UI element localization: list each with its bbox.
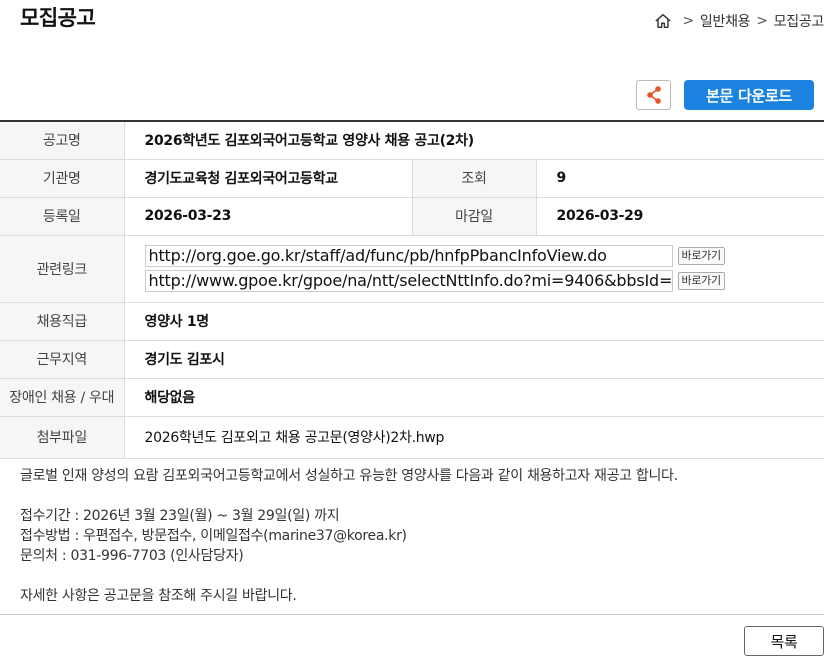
table-row: 장애인 채용 / 우대 해당없음 bbox=[0, 378, 824, 417]
views-value: 9 bbox=[536, 159, 824, 198]
links-cell: http://org.goe.go.kr/staff/ad/func/pb/hn… bbox=[124, 235, 824, 303]
divider bbox=[0, 614, 824, 615]
share-icon bbox=[646, 86, 661, 104]
table-row: 첨부파일 2026학년도 김포외고 채용 공고문(영양사)2차.hwp bbox=[0, 416, 824, 459]
notice-info-table: 공고명 2026학년도 김포외국어고등학교 영양사 채용 공고(2차) 기관명 … bbox=[0, 120, 824, 459]
table-row: 공고명 2026학년도 김포외국어고등학교 영양사 채용 공고(2차) bbox=[0, 121, 824, 160]
body-method: 접수방법 : 우편접수, 방문접수, 이메일접수(marine37@korea.… bbox=[20, 528, 407, 544]
body-intro: 글로벌 인재 양성의 요람 김포외국어고등학교에서 성실하고 유능한 영양사를 … bbox=[20, 468, 678, 484]
breadcrumb-item-notice[interactable]: 모집공고 bbox=[774, 11, 824, 31]
body-spacer bbox=[20, 566, 810, 586]
breadcrumb: > 일반채용 > 모집공고 bbox=[654, 11, 824, 31]
body-spacer bbox=[20, 486, 810, 506]
link-field-1[interactable]: http://org.goe.go.kr/staff/ad/func/pb/hn… bbox=[144, 245, 673, 267]
body-closing: 자세한 사항은 공고문을 참조해 주시길 바랍니다. bbox=[20, 588, 297, 604]
org-label: 기관명 bbox=[0, 159, 125, 198]
region-label: 근무지역 bbox=[0, 340, 125, 379]
attachment-label: 첨부파일 bbox=[0, 416, 125, 459]
disability-label: 장애인 채용 / 우대 bbox=[0, 378, 125, 417]
list-button[interactable]: 목록 bbox=[744, 626, 824, 656]
views-label: 조회 bbox=[411, 159, 537, 198]
download-body-button[interactable]: 본문 다운로드 bbox=[684, 80, 814, 110]
table-row: 근무지역 경기도 김포시 bbox=[0, 340, 824, 379]
page-title: 모집공고 bbox=[20, 6, 96, 30]
link-row: http://org.goe.go.kr/staff/ad/func/pb/hn… bbox=[144, 245, 824, 267]
table-row: 관련링크 http://org.goe.go.kr/staff/ad/func/… bbox=[0, 235, 824, 303]
attachment-link[interactable]: 2026학년도 김포외고 채용 공고문(영양사)2차.hwp bbox=[124, 416, 824, 459]
breadcrumb-separator: > bbox=[756, 13, 768, 29]
reg-date-value: 2026-03-23 bbox=[124, 197, 412, 236]
link-field-2[interactable]: http://www.gpoe.kr/gpoe/na/ntt/selectNtt… bbox=[144, 270, 673, 292]
deadline-value: 2026-03-29 bbox=[536, 197, 824, 236]
body-contact: 문의처 : 031-996-7703 (인사담당자) bbox=[20, 548, 244, 564]
position-label: 채용직급 bbox=[0, 302, 125, 341]
org-value: 경기도교육청 김포외국어고등학교 bbox=[124, 159, 412, 198]
home-icon[interactable] bbox=[654, 12, 672, 30]
position-value: 영양사 1명 bbox=[124, 302, 824, 341]
deadline-label: 마감일 bbox=[411, 197, 537, 236]
share-button[interactable] bbox=[636, 80, 671, 110]
body-period: 접수기간 : 2026년 3월 23일(월) ~ 3월 29일(일) 까지 bbox=[20, 508, 340, 524]
reg-date-label: 등록일 bbox=[0, 197, 125, 236]
table-row: 채용직급 영양사 1명 bbox=[0, 302, 824, 341]
goto-button-1[interactable]: 바로가기 bbox=[677, 247, 725, 265]
title-value: 2026학년도 김포외국어고등학교 영양사 채용 공고(2차) bbox=[124, 121, 824, 160]
table-row: 기관명 경기도교육청 김포외국어고등학교 조회 9 bbox=[0, 159, 824, 198]
link-row: http://www.gpoe.kr/gpoe/na/ntt/selectNtt… bbox=[144, 270, 824, 292]
breadcrumb-item-general-recruit[interactable]: 일반채용 bbox=[700, 11, 751, 31]
notice-body: 글로벌 인재 양성의 요람 김포외국어고등학교에서 성실하고 유능한 영양사를 … bbox=[20, 466, 810, 606]
region-value: 경기도 김포시 bbox=[124, 340, 824, 379]
disability-value: 해당없음 bbox=[124, 378, 824, 417]
breadcrumb-separator: > bbox=[682, 13, 694, 29]
title-label: 공고명 bbox=[0, 121, 125, 160]
links-label: 관련링크 bbox=[0, 235, 125, 303]
table-row: 등록일 2026-03-23 마감일 2026-03-29 bbox=[0, 197, 824, 236]
goto-button-2[interactable]: 바로가기 bbox=[677, 272, 725, 290]
